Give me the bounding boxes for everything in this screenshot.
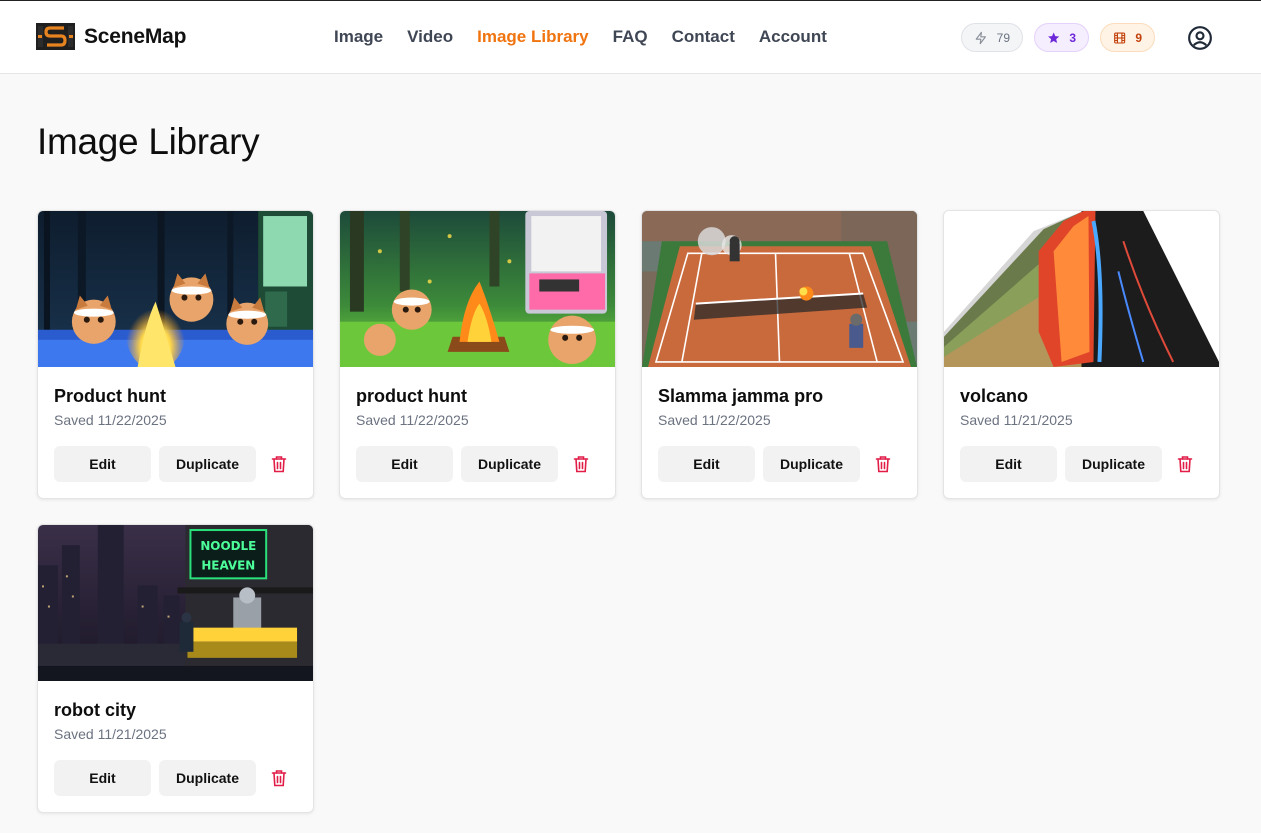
card-title: Product hunt <box>54 386 166 406</box>
star-credits-count: 3 <box>1069 30 1076 45</box>
card-body: product hunt Saved 11/22/2025 Edit Dupli… <box>340 367 615 482</box>
card-actions: Edit Duplicate <box>960 446 1203 482</box>
delete-button[interactable] <box>868 446 898 482</box>
card-body: robot city Saved 11/21/2025 Edit Duplica… <box>38 681 313 796</box>
library-card: Product hunt Saved 11/22/2025 Edit Dupli… <box>37 210 314 499</box>
film-credits-count: 9 <box>1135 30 1142 45</box>
card-title: robot city <box>54 700 137 720</box>
duplicate-button[interactable]: Duplicate <box>159 446 256 482</box>
edit-button[interactable]: Edit <box>54 760 151 796</box>
card-saved-date: Saved 11/21/2025 <box>54 726 167 742</box>
trash-icon <box>271 770 287 787</box>
tennis-court-image <box>642 211 917 367</box>
film-credits-pill[interactable]: 9 <box>1100 23 1155 52</box>
brand[interactable]: SceneMap <box>36 23 186 50</box>
kittens-campfire-image <box>38 211 313 367</box>
nav-video[interactable]: Video <box>407 27 453 47</box>
brand-name: SceneMap <box>84 24 187 48</box>
nav-image-library[interactable]: Image Library <box>477 27 589 47</box>
lightning-icon <box>975 31 986 44</box>
account-button[interactable] <box>1187 25 1213 51</box>
trash-icon <box>875 456 891 473</box>
card-actions: Edit Duplicate <box>54 760 297 796</box>
duplicate-button[interactable]: Duplicate <box>763 446 860 482</box>
card-thumbnail[interactable] <box>340 211 615 367</box>
nav-faq[interactable]: FAQ <box>613 27 648 47</box>
library-card: Slamma jamma pro Saved 11/22/2025 Edit D… <box>641 210 918 499</box>
card-title: Slamma jamma pro <box>658 386 824 406</box>
scenemap-logo-icon <box>36 23 75 50</box>
robot-city-image: NOODLE HEAVEN <box>38 525 313 681</box>
duplicate-button[interactable]: Duplicate <box>461 446 558 482</box>
delete-button[interactable] <box>264 760 294 796</box>
edit-button[interactable]: Edit <box>356 446 453 482</box>
nav-account[interactable]: Account <box>759 27 827 47</box>
card-body: volcano Saved 11/21/2025 Edit Duplicate <box>944 367 1219 482</box>
edit-button[interactable]: Edit <box>960 446 1057 482</box>
card-actions: Edit Duplicate <box>658 446 901 482</box>
card-thumbnail[interactable]: NOODLE HEAVEN <box>38 525 313 681</box>
neon-sign-line-2: HEAVEN <box>201 558 255 572</box>
card-saved-date: Saved 11/22/2025 <box>356 412 469 428</box>
delete-button[interactable] <box>264 446 294 482</box>
card-body: Slamma jamma pro Saved 11/22/2025 Edit D… <box>642 367 917 482</box>
energy-credits-count: 79 <box>996 30 1010 45</box>
duplicate-button[interactable]: Duplicate <box>159 760 256 796</box>
duplicate-button[interactable]: Duplicate <box>1065 446 1162 482</box>
edit-button[interactable]: Edit <box>54 446 151 482</box>
trash-icon <box>1177 456 1193 473</box>
library-card: NOODLE HEAVEN robot city Saved 11/21/202… <box>37 524 314 813</box>
star-icon <box>1048 31 1060 43</box>
top-navbar: SceneMap Image Video Image Library FAQ C… <box>0 1 1261 74</box>
user-circle-icon <box>1188 26 1212 50</box>
card-title: volcano <box>960 386 1029 406</box>
card-saved-date: Saved 11/22/2025 <box>54 412 167 428</box>
edit-button[interactable]: Edit <box>658 446 755 482</box>
card-actions: Edit Duplicate <box>356 446 599 482</box>
trash-icon <box>573 456 589 473</box>
card-thumbnail[interactable] <box>642 211 917 367</box>
main-nav: Image Video Image Library FAQ Contact Ac… <box>334 27 827 47</box>
page-title: Image Library <box>37 121 260 162</box>
image-library-grid: Product hunt Saved 11/22/2025 Edit Dupli… <box>37 210 1220 813</box>
card-saved-date: Saved 11/21/2025 <box>960 412 1073 428</box>
nav-contact[interactable]: Contact <box>672 27 735 47</box>
card-thumbnail[interactable] <box>38 211 313 367</box>
card-actions: Edit Duplicate <box>54 446 297 482</box>
trash-icon <box>271 456 287 473</box>
library-card: volcano Saved 11/21/2025 Edit Duplicate <box>943 210 1220 499</box>
star-credits-pill[interactable]: 3 <box>1034 23 1089 52</box>
volcano-image <box>944 211 1219 367</box>
cartoon-campfire-image <box>340 211 615 367</box>
nav-image[interactable]: Image <box>334 27 383 47</box>
card-saved-date: Saved 11/22/2025 <box>658 412 771 428</box>
neon-sign-line-1: NOODLE <box>200 539 256 553</box>
delete-button[interactable] <box>1170 446 1200 482</box>
library-card: product hunt Saved 11/22/2025 Edit Dupli… <box>339 210 616 499</box>
card-thumbnail[interactable] <box>944 211 1219 367</box>
film-icon <box>1114 31 1126 44</box>
energy-credits-pill[interactable]: 79 <box>961 23 1023 52</box>
card-title: product hunt <box>356 386 467 406</box>
card-body: Product hunt Saved 11/22/2025 Edit Dupli… <box>38 367 313 482</box>
delete-button[interactable] <box>566 446 596 482</box>
credit-pills: 79 3 9 <box>961 23 1155 52</box>
